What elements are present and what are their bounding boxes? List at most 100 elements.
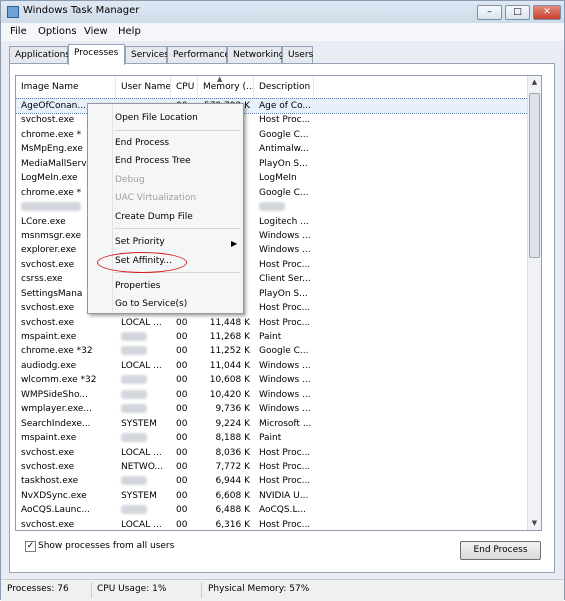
description-cell: Google C... <box>259 187 309 198</box>
context-menu: Open File Location End Process End Process… <box>87 103 244 314</box>
memory-cell: 6,316 K <box>215 519 250 530</box>
memory-cell: 9,736 K <box>215 404 250 415</box>
menu-view[interactable]: View <box>84 26 108 37</box>
menu-bar: File Options View Help <box>1 23 564 41</box>
table-row[interactable]: svchost.exe LOCAL ... 00 11,448 K Host Proc.… <box>16 316 528 330</box>
cpu-cell: 00 <box>176 317 188 328</box>
table-row[interactable]: wmplayer.exe... 00 9,736 K Windows ... <box>16 402 528 416</box>
tab-performance[interactable]: Performance <box>167 46 230 64</box>
status-divider <box>91 582 92 598</box>
close-button[interactable]: ✕ <box>533 5 561 20</box>
table-row[interactable]: svchost.exe NETWO... 00 7,772 K Host Proc... <box>16 460 528 474</box>
column-cpu[interactable]: CPU <box>171 76 198 98</box>
tab-applications[interactable]: Applications <box>9 46 70 64</box>
image-name-cell: mspaint.exe <box>21 433 77 444</box>
menu-options[interactable]: Options <box>38 26 77 37</box>
redacted-blur <box>121 404 147 414</box>
context-menu-item-go-to-service-s[interactable]: Go to Service(s) <box>115 296 187 312</box>
scroll-up-icon[interactable]: ▲ <box>528 76 541 89</box>
context-menu-item-open-file-location[interactable]: Open File Location <box>115 110 198 126</box>
table-row[interactable]: SearchIndexe... SYSTEM 00 9,224 K Microsoft … <box>16 417 528 431</box>
user-name-cell: LOCAL ... <box>121 447 162 458</box>
user-name-cell <box>116 388 171 402</box>
description-cell: LogMeIn <box>259 173 297 184</box>
description-cell: Microsoft ... <box>259 418 312 429</box>
cpu-cell: 00 <box>176 404 188 415</box>
table-row[interactable]: NvXDSync.exe SYSTEM 00 6,608 K NVIDIA U... <box>16 489 528 503</box>
context-menu-separator <box>114 130 240 131</box>
scroll-thumb[interactable] <box>529 93 540 258</box>
context-menu-item-debug: Debug <box>115 175 145 185</box>
cpu-cell: 00 <box>176 375 188 386</box>
table-row[interactable]: WMPSideSho... 00 10,420 K Windows ... <box>16 388 528 402</box>
cpu-cell: 00 <box>176 505 188 516</box>
user-name-cell <box>116 330 171 344</box>
cpu-cell: 00 <box>176 418 188 429</box>
redacted-blur <box>121 389 147 399</box>
cpu-cell: 00 <box>176 476 188 487</box>
tab-users[interactable]: Users <box>282 46 313 64</box>
table-row[interactable]: svchost.exe LOCAL ... 00 8,036 K Host Proc..… <box>16 446 528 460</box>
cpu-cell: 00 <box>176 461 188 472</box>
column-memory[interactable]: Memory (... <box>198 76 254 98</box>
tab-services[interactable]: Services <box>125 46 169 64</box>
tab-processes[interactable]: Processes <box>68 44 125 65</box>
memory-cell: 7,772 K <box>215 461 250 472</box>
description-cell: Client Ser... <box>259 274 311 285</box>
description-cell: Host Proc... <box>259 317 311 328</box>
column-description[interactable]: Description <box>254 76 314 98</box>
end-process-button[interactable]: End Process <box>460 541 541 560</box>
description-cell: Host Proc... <box>259 115 311 126</box>
image-name-cell: audiodg.exe <box>21 360 77 371</box>
context-menu-item-set-priority[interactable]: Set Priority <box>115 234 165 250</box>
scroll-down-icon[interactable]: ▼ <box>528 517 541 530</box>
memory-cell: 8,188 K <box>215 433 250 444</box>
description-cell: AoCQS.L... <box>259 505 307 516</box>
title-bar[interactable]: Windows Task Manager – □ ✕ <box>1 1 564 24</box>
context-menu-item-end-process-tree[interactable]: End Process Tree <box>115 153 191 169</box>
table-row[interactable]: chrome.exe *32 00 11,252 K Google C... <box>16 344 528 358</box>
menu-help[interactable]: Help <box>118 26 141 37</box>
checkmark-icon: ✓ <box>26 541 35 551</box>
minimize-button[interactable]: – <box>477 5 502 20</box>
cpu-cell: 00 <box>176 490 188 501</box>
menu-file[interactable]: File <box>10 26 27 37</box>
memory-cell: 6,488 K <box>215 505 250 516</box>
process-list-header: Image Name User Name CPU Memory (... Des… <box>16 76 528 99</box>
table-row[interactable]: wlcomm.exe *32 00 10,608 K Windows ... <box>16 373 528 387</box>
memory-cell: 11,448 K <box>209 317 250 328</box>
context-menu-item-create-dump-file[interactable]: Create Dump File <box>115 209 193 225</box>
redacted-blur <box>121 505 147 515</box>
column-user-name[interactable]: User Name <box>116 76 171 98</box>
description-cell: Host Proc... <box>259 447 311 458</box>
memory-cell: 10,608 K <box>209 375 250 386</box>
maximize-button[interactable]: □ <box>505 5 530 20</box>
user-name-cell: SYSTEM <box>121 418 157 429</box>
column-image-name[interactable]: Image Name <box>16 76 116 98</box>
cpu-cell: 00 <box>176 346 188 357</box>
description-cell: Host Proc... <box>259 259 311 270</box>
table-row[interactable]: audiodg.exe LOCAL ... 00 11,044 K Windows ..… <box>16 359 528 373</box>
user-name-cell: LOCAL ... <box>121 317 162 328</box>
submenu-arrow-icon: ▶ <box>231 239 238 248</box>
redacted-blur <box>259 202 285 212</box>
image-name-cell: chrome.exe *32 <box>21 346 93 357</box>
tab-networking[interactable]: Networking <box>227 46 285 64</box>
context-menu-item-properties[interactable]: Properties <box>115 278 160 294</box>
table-row[interactable]: taskhost.exe 00 6,944 K Host Proc... <box>16 474 528 488</box>
vertical-scrollbar[interactable]: ▲ ▼ <box>527 76 541 530</box>
window-title: Windows Task Manager <box>23 5 140 16</box>
context-menu-item-end-process[interactable]: End Process <box>115 135 169 151</box>
table-row[interactable]: mspaint.exe 00 8,188 K Paint <box>16 431 528 445</box>
table-row[interactable]: mspaint.exe 00 11,268 K Paint <box>16 330 528 344</box>
description-cell: Windows ... <box>259 245 311 256</box>
redacted-blur <box>21 202 81 212</box>
show-all-users-checkbox[interactable]: ✓ <box>25 541 36 552</box>
table-row[interactable]: AoCQS.Launc... 00 6,488 K AoCQS.L... <box>16 503 528 517</box>
task-manager-icon <box>7 6 19 18</box>
description-cell: Host Proc... <box>259 519 311 530</box>
table-row[interactable]: svchost.exe LOCAL ... 00 6,316 K Host Proc..… <box>16 518 528 530</box>
description-cell: Host Proc... <box>259 461 311 472</box>
memory-cell: 6,944 K <box>215 476 250 487</box>
show-all-users-label: Show processes from all users <box>38 541 175 551</box>
